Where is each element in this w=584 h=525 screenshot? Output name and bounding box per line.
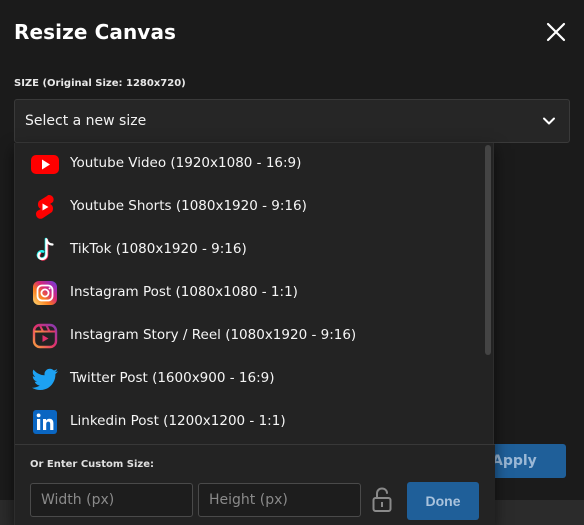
instagram-icon (33, 281, 57, 305)
close-icon[interactable] (544, 20, 568, 44)
option-instagram-story-reel[interactable]: Instagram Story / Reel (1080x1920 - 9:16… (15, 315, 485, 358)
size-options-list[interactable]: Youtube Video (1920x1080 - 16:9) Youtube… (15, 143, 495, 443)
apply-button-label: Apply (492, 453, 537, 469)
unlocked-lock-icon[interactable] (370, 486, 394, 514)
youtube-icon (31, 155, 59, 174)
option-label: Twitter Post (1600x900 - 16:9) (70, 370, 275, 386)
option-twitter-post[interactable]: Twitter Post (1600x900 - 16:9) (15, 358, 485, 401)
option-label: Instagram Post (1080x1080 - 1:1) (70, 284, 298, 300)
size-select-value: Select a new size (25, 113, 147, 129)
option-label: Youtube Shorts (1080x1920 - 9:16) (70, 198, 307, 214)
size-select[interactable]: Select a new size (14, 99, 570, 143)
option-label: Linkedin Post (1200x1200 - 1:1) (70, 413, 286, 429)
height-input[interactable] (198, 483, 361, 517)
linkedin-icon (33, 410, 57, 434)
custom-size-section: Or Enter Custom Size: Done (15, 444, 495, 525)
width-input[interactable] (30, 483, 193, 517)
instagram-reel-icon (32, 323, 58, 349)
option-youtube-video[interactable]: Youtube Video (1920x1080 - 16:9) (15, 143, 485, 186)
custom-size-label: Or Enter Custom Size: (30, 459, 155, 470)
option-label: TikTok (1080x1920 - 9:16) (70, 241, 247, 257)
size-label: SIZE (Original Size: 1280x720) (14, 78, 186, 89)
done-button[interactable]: Done (407, 482, 479, 520)
youtube-shorts-icon (36, 195, 54, 219)
dropdown-scrollbar[interactable] (485, 145, 491, 355)
option-linkedin-post[interactable]: Linkedin Post (1200x1200 - 1:1) (15, 401, 485, 444)
dialog-title: Resize Canvas (14, 20, 177, 44)
chevron-down-icon (543, 117, 555, 125)
twitter-icon (31, 368, 58, 390)
option-youtube-shorts[interactable]: Youtube Shorts (1080x1920 - 9:16) (15, 186, 485, 229)
option-label: Instagram Story / Reel (1080x1920 - 9:16… (70, 327, 357, 343)
option-tiktok[interactable]: TikTok (1080x1920 - 9:16) (15, 229, 485, 272)
option-label: Youtube Video (1920x1080 - 16:9) (70, 155, 302, 171)
done-button-label: Done (425, 493, 461, 509)
size-dropdown-menu: Youtube Video (1920x1080 - 16:9) Youtube… (14, 143, 495, 525)
tiktok-icon (36, 237, 54, 261)
option-instagram-post[interactable]: Instagram Post (1080x1080 - 1:1) (15, 272, 485, 315)
